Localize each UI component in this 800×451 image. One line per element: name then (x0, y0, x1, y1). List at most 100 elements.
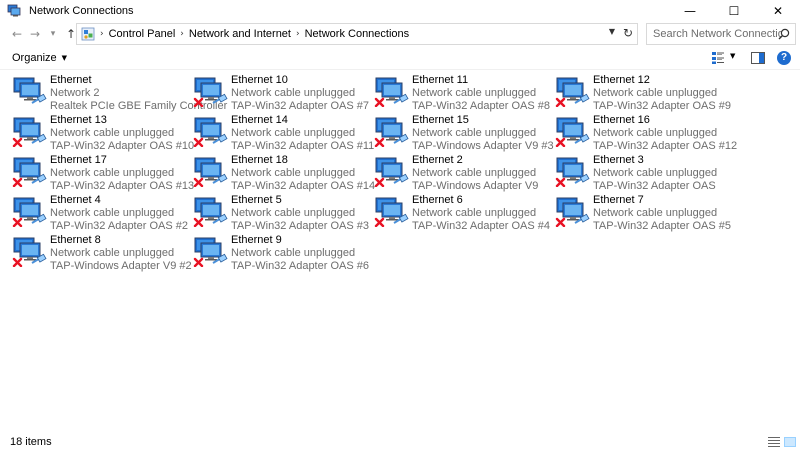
network-adapter-icon (193, 195, 229, 228)
network-adapter-icon (193, 235, 229, 268)
breadcrumb-separator[interactable]: › (296, 29, 300, 39)
minimize-button[interactable]: — (668, 0, 712, 21)
connection-status: Network cable unplugged (231, 127, 356, 139)
connection-device: TAP-Win32 Adapter OAS #12 (593, 140, 738, 152)
network-connections-icon (7, 4, 21, 17)
connection-item[interactable]: Ethernet 16 Network cable unplugged TAP-Wi… (555, 113, 738, 153)
connection-status: Network cable unplugged (593, 87, 718, 99)
connection-status: Network cable unplugged (412, 167, 537, 179)
breadcrumb-network-and-internet[interactable]: Network and Internet (189, 28, 291, 40)
connection-status: Network cable unplugged (593, 127, 718, 139)
connection-device: TAP-Win32 Adapter OAS #13 (50, 180, 195, 192)
connection-status: Network 2 (50, 87, 100, 99)
connection-name: Ethernet 16 (593, 114, 650, 126)
connection-device: TAP-Windows Adapter V9 #3 (412, 140, 554, 152)
window-controls: — ☐ ✕ (668, 0, 800, 21)
connection-name: Ethernet 8 (50, 234, 101, 246)
help-icon[interactable]: ? (777, 51, 791, 65)
network-adapter-icon (12, 195, 48, 228)
connection-status: Network cable unplugged (412, 127, 537, 139)
network-adapter-icon (555, 115, 591, 148)
connection-item[interactable]: Ethernet 13 Network cable unplugged TAP-Wi… (12, 113, 195, 153)
connection-item[interactable]: Ethernet 11 Network cable unplugged TAP-Wi… (374, 73, 554, 113)
back-button[interactable]: ← (8, 24, 26, 44)
connection-device: TAP-Win32 Adapter OAS #9 (593, 100, 731, 112)
connection-item[interactable]: Ethernet 4 Network cable unplugged TAP-Win… (12, 193, 192, 233)
search-box[interactable] (646, 23, 796, 45)
network-adapter-icon (555, 75, 591, 108)
connection-item[interactable]: Ethernet 2 Network cable unplugged TAP-Win… (374, 153, 554, 193)
connection-device: TAP-Windows Adapter V9 #2 (50, 260, 192, 272)
network-adapter-icon (374, 115, 410, 148)
connection-name: Ethernet 17 (50, 154, 107, 166)
network-adapter-icon (555, 195, 591, 228)
connection-item[interactable]: Ethernet 6 Network cable unplugged TAP-Win… (374, 193, 554, 233)
network-adapter-icon (193, 75, 229, 108)
breadcrumb-control-panel[interactable]: Control Panel (109, 28, 176, 40)
large-icons-view-icon[interactable] (784, 437, 796, 447)
connection-item[interactable]: Ethernet Network 2 Realtek PCIe GBE Family… (12, 73, 227, 113)
connection-name: Ethernet 2 (412, 154, 463, 166)
connection-device: TAP-Win32 Adapter OAS #5 (593, 220, 731, 232)
address-dropdown-icon[interactable]: ▼ (609, 27, 615, 36)
network-adapter-icon (374, 155, 410, 188)
address-bar[interactable]: › Control Panel › Network and Internet ›… (76, 23, 638, 45)
connection-device: TAP-Win32 Adapter OAS #3 (231, 220, 369, 232)
item-count: 18 items (10, 436, 52, 448)
view-options-chevron-icon[interactable]: ▼ (730, 52, 735, 60)
connection-name: Ethernet 3 (593, 154, 644, 166)
connection-item[interactable]: Ethernet 3 Network cable unplugged TAP-Win… (555, 153, 735, 193)
search-input[interactable] (653, 28, 781, 40)
network-adapter-icon (12, 235, 48, 268)
connection-status: Network cable unplugged (50, 207, 175, 219)
connection-status: Network cable unplugged (231, 87, 356, 99)
connection-item[interactable]: Ethernet 12 Network cable unplugged TAP-Wi… (555, 73, 735, 113)
connection-item[interactable]: Ethernet 7 Network cable unplugged TAP-Win… (555, 193, 735, 233)
search-icon[interactable] (778, 28, 790, 40)
connection-name: Ethernet 12 (593, 74, 650, 86)
organize-label: Organize (12, 52, 57, 64)
recent-locations-button[interactable]: ▾ (44, 24, 62, 44)
network-adapter-icon (193, 155, 229, 188)
network-adapter-icon (374, 195, 410, 228)
connection-name: Ethernet 7 (593, 194, 644, 206)
connection-status: Network cable unplugged (231, 207, 356, 219)
connection-device: TAP-Win32 Adapter OAS #4 (412, 220, 550, 232)
connection-item[interactable]: Ethernet 18 Network cable unplugged TAP-Wi… (193, 153, 376, 193)
connection-device: TAP-Win32 Adapter OAS #14 (231, 180, 376, 192)
organize-button[interactable]: Organize ▼ (12, 52, 67, 64)
change-view-icon[interactable] (712, 52, 724, 64)
maximize-button[interactable]: ☐ (712, 0, 756, 21)
forward-button[interactable]: → (26, 24, 44, 44)
connection-item[interactable]: Ethernet 5 Network cable unplugged TAP-Win… (193, 193, 373, 233)
breadcrumb-network-connections[interactable]: Network Connections (305, 28, 410, 40)
connection-status: Network cable unplugged (50, 247, 175, 259)
details-view-icon[interactable] (768, 437, 780, 447)
breadcrumb-separator: › (100, 29, 104, 39)
connection-item[interactable]: Ethernet 15 Network cable unplugged TAP-Wi… (374, 113, 554, 153)
connection-item[interactable]: Ethernet 10 Network cable unplugged TAP-Wi… (193, 73, 373, 113)
connection-status: Network cable unplugged (593, 167, 718, 179)
connection-item[interactable]: Ethernet 17 Network cable unplugged TAP-Wi… (12, 153, 195, 193)
connection-device: TAP-Win32 Adapter OAS #11 (231, 140, 375, 152)
title-bar: Network Connections — ☐ ✕ (0, 0, 800, 21)
refresh-icon[interactable]: ↻ (623, 26, 633, 40)
connection-device: TAP-Win32 Adapter OAS #8 (412, 100, 550, 112)
close-button[interactable]: ✕ (756, 0, 800, 21)
connection-name: Ethernet 13 (50, 114, 107, 126)
network-adapter-icon (12, 115, 48, 148)
connection-item[interactable]: Ethernet 8 Network cable unplugged TAP-Win… (12, 233, 192, 273)
connection-item[interactable]: Ethernet 9 Network cable unplugged TAP-Win… (193, 233, 373, 273)
connection-device: TAP-Win32 Adapter OAS #10 (50, 140, 195, 152)
status-bar: 18 items (0, 433, 800, 451)
connection-status: Network cable unplugged (231, 167, 356, 179)
connection-name: Ethernet 5 (231, 194, 282, 206)
preview-pane-icon[interactable] (751, 52, 765, 64)
breadcrumb-separator[interactable]: › (180, 29, 184, 39)
control-panel-icon (81, 27, 95, 41)
connection-item[interactable]: Ethernet 14 Network cable unplugged TAP-Wi… (193, 113, 375, 153)
connection-name: Ethernet (50, 74, 92, 86)
command-bar: Organize ▼ ▼ ? (0, 48, 800, 70)
connection-device: TAP-Win32 Adapter OAS #2 (50, 220, 188, 232)
window-title: Network Connections (29, 4, 134, 17)
